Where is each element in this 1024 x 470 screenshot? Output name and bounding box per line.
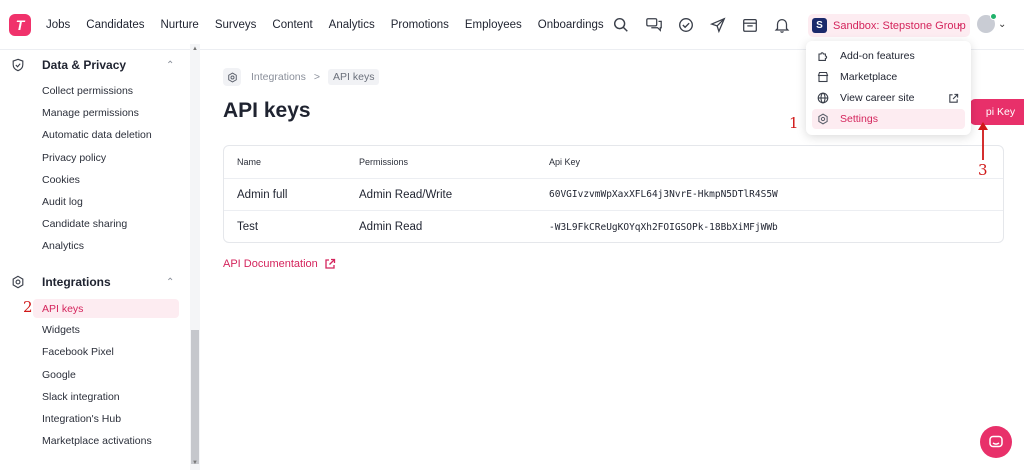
menu-item-view-career-site[interactable]: View career site bbox=[812, 88, 965, 108]
menu-item-marketplace[interactable]: Marketplace bbox=[812, 67, 965, 87]
tenant-name: Sandbox: Stepstone Group bbox=[833, 19, 966, 32]
nav-employees[interactable]: Employees bbox=[465, 19, 522, 31]
menu-item-label: View career site bbox=[840, 92, 915, 104]
sidebar-item-google[interactable]: Google bbox=[33, 365, 179, 384]
calendar-icon[interactable] bbox=[740, 15, 760, 35]
gear-icon bbox=[12, 275, 24, 289]
menu-item-add-on-features[interactable]: Add-on features bbox=[812, 46, 965, 66]
sidebar-item-privacy-policy[interactable]: Privacy policy bbox=[33, 148, 179, 167]
column-header-name: Name bbox=[237, 157, 262, 167]
tenant-initial: S bbox=[812, 18, 827, 33]
gear-icon bbox=[223, 68, 241, 86]
tenant-dropdown-menu: Add-on features Marketplace View career … bbox=[806, 41, 971, 135]
app-logo[interactable]: T bbox=[9, 14, 31, 36]
sidebar-item-integrations-hub[interactable]: Integration's Hub bbox=[33, 409, 179, 428]
breadcrumb-integrations[interactable]: Integrations bbox=[251, 71, 306, 83]
annotation-step-3: 3 bbox=[978, 161, 988, 179]
sidebar: Data & Privacy ⌃ Collect permissions Man… bbox=[0, 50, 190, 470]
sidebar-item-marketplace-activations[interactable]: Marketplace activations bbox=[33, 431, 179, 450]
sidebar-item-widgets[interactable]: Widgets bbox=[33, 320, 179, 339]
puzzle-icon bbox=[816, 49, 830, 63]
sidebar-item-analytics[interactable]: Analytics bbox=[33, 236, 179, 255]
menu-item-label: Add-on features bbox=[840, 50, 915, 62]
annotation-arrow bbox=[978, 122, 988, 160]
search-icon[interactable] bbox=[611, 15, 631, 35]
sidebar-item-candidate-sharing[interactable]: Candidate sharing bbox=[33, 214, 179, 233]
sidebar-item-slack-integration[interactable]: Slack integration bbox=[33, 387, 179, 406]
sidebar-item-cookies[interactable]: Cookies bbox=[33, 170, 179, 189]
menu-item-label: Settings bbox=[840, 113, 878, 125]
shield-icon bbox=[12, 58, 24, 72]
nav-analytics[interactable]: Analytics bbox=[329, 19, 375, 31]
chevron-up-icon: ⌃ bbox=[166, 276, 175, 288]
table-row[interactable]: Test Admin Read -W3L9FkCReUgKOYqXh2FOIGS… bbox=[224, 211, 1003, 243]
external-link-icon bbox=[325, 258, 335, 269]
chat-launcher-button[interactable] bbox=[980, 426, 1012, 458]
annotation-step-2: 2 bbox=[23, 298, 33, 316]
column-header-permissions: Permissions bbox=[359, 157, 409, 167]
cell-name: Admin full bbox=[237, 188, 288, 201]
api-documentation-label: API Documentation bbox=[223, 258, 318, 270]
sidebar-item-facebook-pixel[interactable]: Facebook Pixel bbox=[33, 342, 179, 361]
page-title: API keys bbox=[223, 99, 311, 122]
sidebar-item-automatic-data-deletion[interactable]: Automatic data deletion bbox=[33, 125, 179, 144]
sidebar-item-collect-permissions[interactable]: Collect permissions bbox=[33, 81, 179, 100]
annotation-step-1: 1 bbox=[789, 114, 799, 132]
cell-name: Test bbox=[237, 221, 259, 233]
store-icon bbox=[816, 70, 830, 84]
external-link-icon bbox=[949, 93, 959, 103]
chevron-down-icon[interactable]: ⌄ bbox=[998, 19, 1006, 30]
tenant-switcher[interactable]: S Sandbox: Stepstone Group ⌄ bbox=[808, 14, 970, 37]
nav-surveys[interactable]: Surveys bbox=[215, 19, 257, 31]
check-circle-icon[interactable] bbox=[676, 15, 696, 35]
sidebar-item-audit-log[interactable]: Audit log bbox=[33, 192, 179, 211]
cell-api-key: -W3L9FkCReUgKOYqXh2FOIGSOPk-18BbXiMFjWWb bbox=[549, 221, 778, 233]
send-icon[interactable] bbox=[708, 15, 728, 35]
sidebar-section-integrations[interactable]: Integrations ⌃ bbox=[0, 270, 190, 294]
table-row[interactable]: Admin full Admin Read/Write 60VGIvzvmWpX… bbox=[224, 179, 1003, 211]
bell-icon[interactable] bbox=[772, 15, 792, 35]
breadcrumb: Integrations > API keys bbox=[223, 68, 380, 86]
nav-candidates[interactable]: Candidates bbox=[86, 19, 144, 31]
table-header: Name Permissions Api Key bbox=[224, 146, 1003, 179]
online-status-dot bbox=[990, 13, 997, 20]
api-documentation-link[interactable]: API Documentation bbox=[223, 258, 336, 270]
scroll-up-arrow-icon[interactable]: ▲ bbox=[192, 46, 198, 52]
cell-permissions: Admin Read/Write bbox=[359, 188, 453, 201]
column-header-api-key: Api Key bbox=[549, 157, 581, 167]
cell-permissions: Admin Read bbox=[359, 221, 423, 233]
section-title: Data & Privacy bbox=[42, 58, 127, 72]
sidebar-item-api-keys[interactable]: API keys bbox=[33, 299, 179, 318]
sidebar-section-data-privacy[interactable]: Data & Privacy ⌃ bbox=[0, 53, 190, 77]
menu-item-settings[interactable]: Settings bbox=[812, 109, 965, 129]
nav-content[interactable]: Content bbox=[272, 19, 312, 31]
scrollbar-thumb[interactable] bbox=[191, 330, 199, 464]
nav-nurture[interactable]: Nurture bbox=[160, 19, 198, 31]
sidebar-item-manage-permissions[interactable]: Manage permissions bbox=[33, 103, 179, 122]
message-icon bbox=[989, 435, 1003, 448]
nav-jobs[interactable]: Jobs bbox=[46, 19, 70, 31]
breadcrumb-current: API keys bbox=[328, 69, 380, 85]
section-title: Integrations bbox=[42, 275, 111, 289]
chevron-down-icon: ⌄ bbox=[955, 18, 964, 29]
gear-icon bbox=[816, 112, 830, 126]
api-keys-table: Name Permissions Api Key Admin full Admi… bbox=[223, 145, 1004, 243]
main-nav: Jobs Candidates Nurture Surveys Content … bbox=[46, 0, 620, 50]
globe-icon bbox=[816, 91, 830, 105]
scroll-down-arrow-icon[interactable]: ▼ bbox=[192, 460, 198, 466]
chevron-up-icon: ⌃ bbox=[166, 59, 175, 71]
sidebar-scrollbar[interactable]: ▲ ▼ bbox=[190, 44, 200, 470]
avatar[interactable] bbox=[977, 13, 997, 33]
cell-api-key: 60VGIvzvmWpXaxXFL64j3NvrE-HkmpN5DTlR4S5W bbox=[549, 189, 778, 200]
chat-bubbles-icon[interactable] bbox=[644, 15, 664, 35]
nav-onboardings[interactable]: Onboardings bbox=[538, 19, 604, 31]
nav-promotions[interactable]: Promotions bbox=[391, 19, 449, 31]
breadcrumb-separator: > bbox=[313, 71, 321, 83]
menu-item-label: Marketplace bbox=[840, 71, 898, 83]
